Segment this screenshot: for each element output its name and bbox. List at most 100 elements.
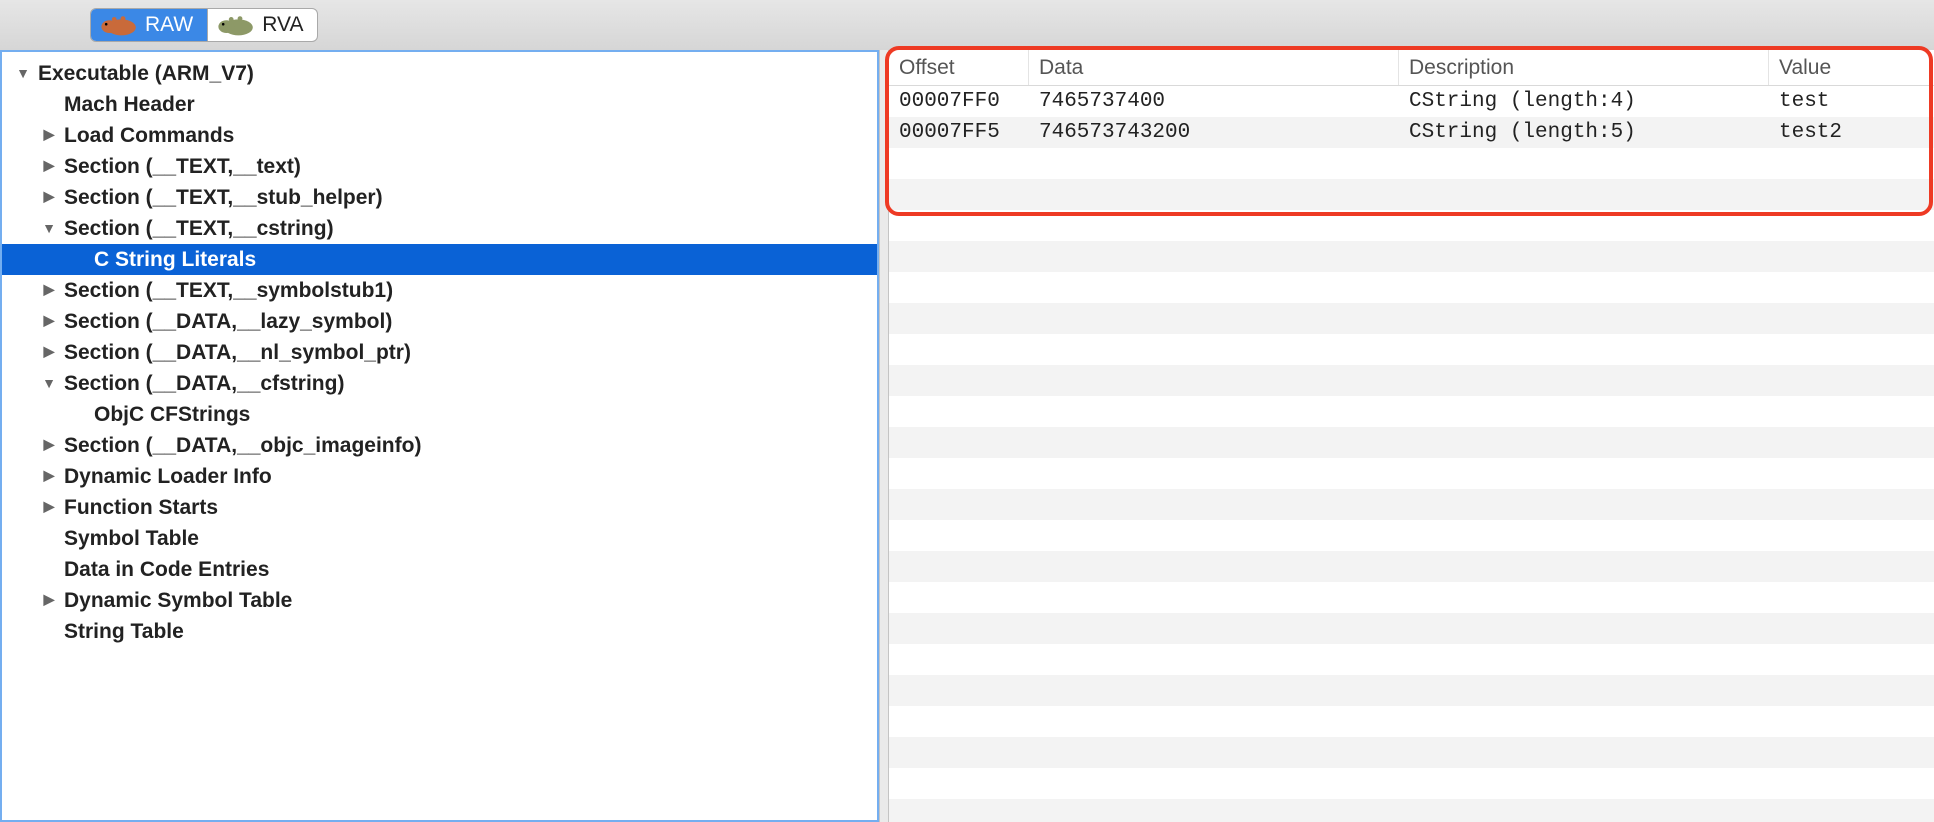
table-row-empty [889,334,1934,365]
chevron-right-icon[interactable]: ▶ [42,498,56,515]
tree-row[interactable]: ▶ Dynamic Loader Info [2,461,877,492]
view-mode-segment: RAW RVA [90,8,318,42]
table-header: Offset Data Description Value [889,50,1934,86]
table-row-empty [889,675,1934,706]
cell-description: CString (length:5) [1399,121,1769,144]
column-header-description[interactable]: Description [1399,50,1769,85]
table-row-empty [889,799,1934,822]
table-row[interactable]: 00007FF5746573743200CString (length:5)te… [889,117,1934,148]
chevron-right-icon[interactable]: ▶ [42,591,56,608]
chevron-down-icon[interactable]: ▼ [42,375,56,391]
cell-description: CString (length:4) [1399,90,1769,113]
tree-label: Load Commands [64,124,234,148]
view-mode-rva[interactable]: RVA [208,9,317,41]
tree-label: Section (__TEXT,__stub_helper) [64,186,383,210]
table-row-empty [889,179,1934,210]
table-row[interactable]: 00007FF07465737400CString (length:4)test [889,86,1934,117]
tree-row[interactable]: ▶ Section (__DATA,__lazy_symbol) [2,306,877,337]
table-row-empty [889,706,1934,737]
table-pane: Offset Data Description Value 00007FF074… [889,50,1934,822]
tree-label: Executable (ARM_V7) [38,62,254,86]
tree-row[interactable]: ▶ Load Commands [2,120,877,151]
tree-row[interactable]: ▶ Section (__TEXT,__symbolstub1) [2,275,877,306]
cell-data: 746573743200 [1029,121,1399,144]
chevron-right-icon[interactable]: ▶ [42,343,56,360]
table-row-empty [889,241,1934,272]
tree-label: Section (__TEXT,__cstring) [64,217,334,241]
tree-row[interactable]: ▼ Section (__DATA,__cfstring) [2,368,877,399]
column-header-data[interactable]: Data [1029,50,1399,85]
tree-row[interactable]: Data in Code Entries [2,554,877,585]
outline-tree: ▼ Executable (ARM_V7) Mach Header ▶ Load Com… [2,52,877,647]
table-row-empty [889,520,1934,551]
tree-label: Section (__DATA,__nl_symbol_ptr) [64,341,411,365]
segment-label: RVA [262,13,303,37]
hippo-icon [99,13,139,37]
tree-label: Section (__TEXT,__text) [64,155,301,179]
tree-row[interactable]: ▶ Section (__DATA,__nl_symbol_ptr) [2,337,877,368]
chevron-right-icon[interactable]: ▶ [42,126,56,143]
hippo-icon [216,13,256,37]
tree-row[interactable]: Mach Header [2,89,877,120]
cell-value: test2 [1769,121,1934,144]
cell-offset: 00007FF5 [889,121,1029,144]
tree-label: Data in Code Entries [64,558,269,582]
tree-row[interactable]: Symbol Table [2,523,877,554]
tree-label: Section (__DATA,__objc_imageinfo) [64,434,421,458]
tree-label: Mach Header [64,93,195,117]
table-row-empty [889,768,1934,799]
chevron-down-icon[interactable]: ▼ [42,220,56,236]
chevron-right-icon[interactable]: ▶ [42,312,56,329]
tree-row[interactable]: ObjC CFStrings [2,399,877,430]
segment-label: RAW [145,13,193,37]
tree-row[interactable]: ▼ Executable (ARM_V7) [2,58,877,89]
table-row-empty [889,210,1934,241]
table-row-empty [889,365,1934,396]
main-split: ▼ Executable (ARM_V7) Mach Header ▶ Load Com… [0,50,1934,822]
toolbar: RAW RVA [0,0,1934,50]
tree-label: String Table [64,620,184,644]
chevron-right-icon[interactable]: ▶ [42,188,56,205]
cell-data: 7465737400 [1029,90,1399,113]
chevron-down-icon[interactable]: ▼ [16,65,30,81]
column-header-value[interactable]: Value [1769,50,1934,85]
split-gutter[interactable] [879,50,889,822]
tree-row[interactable]: ▼ Section (__TEXT,__cstring) [2,213,877,244]
table-row-empty [889,396,1934,427]
column-header-offset[interactable]: Offset [889,50,1029,85]
chevron-right-icon[interactable]: ▶ [42,281,56,298]
tree-label: Function Starts [64,496,218,520]
chevron-right-icon[interactable]: ▶ [42,436,56,453]
tree-pane: ▼ Executable (ARM_V7) Mach Header ▶ Load Com… [0,50,879,822]
tree-row[interactable]: ▶ Function Starts [2,492,877,523]
table-row-empty [889,613,1934,644]
table-body: 00007FF07465737400CString (length:4)test… [889,86,1934,822]
tree-row[interactable]: ▶ Section (__TEXT,__stub_helper) [2,182,877,213]
tree-label: Symbol Table [64,527,199,551]
tree-row[interactable]: ▶ Dynamic Symbol Table [2,585,877,616]
table-row-empty [889,737,1934,768]
table-row-empty [889,582,1934,613]
table-row-empty [889,148,1934,179]
tree-row[interactable]: ▶ Section (__DATA,__objc_imageinfo) [2,430,877,461]
table-row-empty [889,644,1934,675]
tree-row[interactable]: ▶ Section (__TEXT,__text) [2,151,877,182]
tree-label: Dynamic Symbol Table [64,589,292,613]
chevron-right-icon[interactable]: ▶ [42,467,56,484]
tree-label: ObjC CFStrings [94,403,250,427]
tree-row[interactable]: C String Literals [2,244,877,275]
cell-offset: 00007FF0 [889,90,1029,113]
chevron-right-icon[interactable]: ▶ [42,157,56,174]
tree-label: Section (__TEXT,__symbolstub1) [64,279,393,303]
table-row-empty [889,489,1934,520]
view-mode-raw[interactable]: RAW [91,9,208,41]
table-row-empty [889,303,1934,334]
table-row-empty [889,427,1934,458]
tree-label: Section (__DATA,__cfstring) [64,372,344,396]
tree-label: Dynamic Loader Info [64,465,272,489]
tree-label: Section (__DATA,__lazy_symbol) [64,310,392,334]
tree-label: C String Literals [94,248,256,272]
tree-row[interactable]: String Table [2,616,877,647]
table-row-empty [889,458,1934,489]
table-row-empty [889,551,1934,582]
